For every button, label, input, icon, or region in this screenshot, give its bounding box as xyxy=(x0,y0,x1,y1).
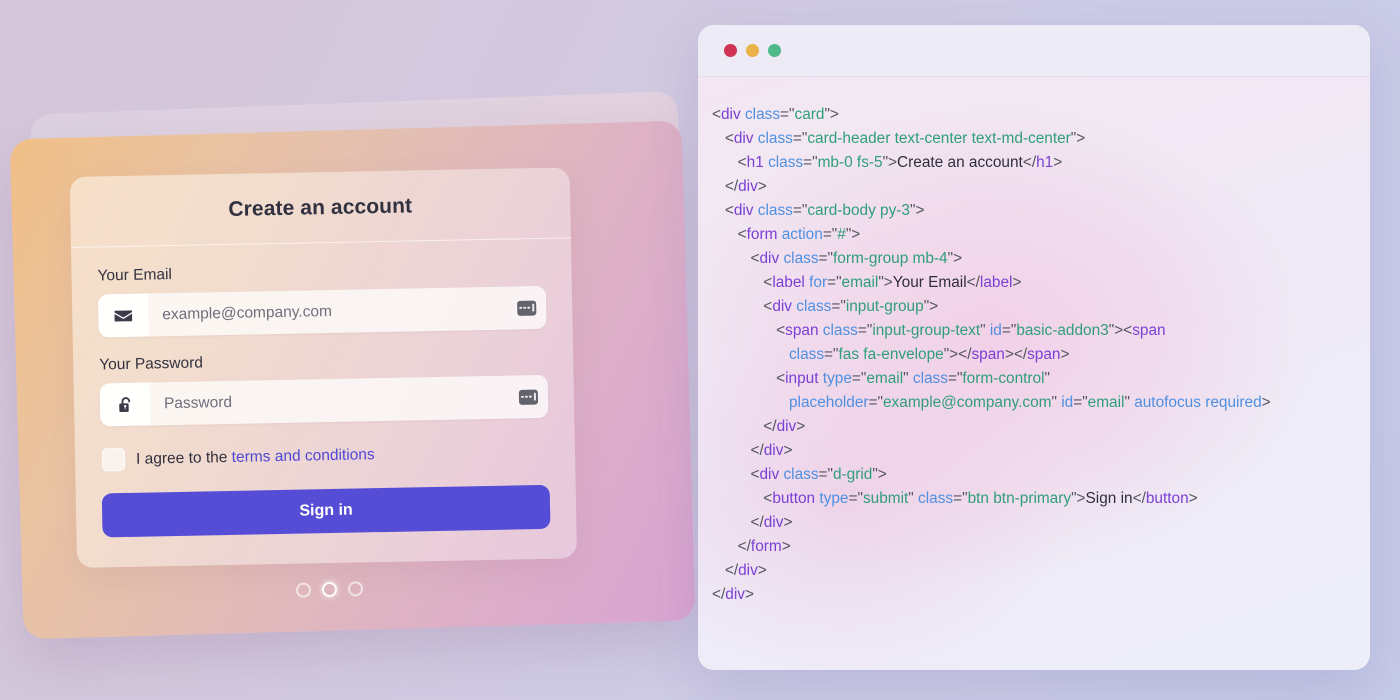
auth-card: Create an account Your Email example@com… xyxy=(69,167,578,568)
carousel-dot-2[interactable] xyxy=(321,581,338,598)
email-field[interactable] xyxy=(147,285,547,337)
card-body: Your Email Yo xyxy=(71,238,577,568)
autofill-icon[interactable] xyxy=(517,300,537,316)
autofill-icon[interactable] xyxy=(518,389,539,405)
sign-in-button[interactable]: Sign in xyxy=(101,484,551,538)
window-title-bar xyxy=(698,25,1370,77)
password-label: Your Password xyxy=(99,354,204,374)
password-input-group xyxy=(99,374,549,427)
terms-agreement-label: I agree to the terms and conditions xyxy=(136,446,375,469)
close-window-button[interactable] xyxy=(724,44,737,57)
terms-agreement-row: I agree to the terms and conditions xyxy=(101,440,549,472)
terms-agreement-text: I agree to the xyxy=(135,448,232,468)
auth-mockup-stage: Create an account Your Email example@com… xyxy=(0,0,720,700)
terms-checkbox[interactable] xyxy=(101,447,126,472)
code-window: <div class="card"> <div class="card-head… xyxy=(698,25,1370,670)
page-title: Create an account xyxy=(228,194,413,221)
email-form-group: Your Email xyxy=(97,259,547,338)
unlock-icon xyxy=(99,382,151,427)
password-field[interactable] xyxy=(149,374,549,426)
minimize-window-button[interactable] xyxy=(746,44,759,57)
envelope-icon xyxy=(97,293,149,338)
terms-and-conditions-link[interactable]: terms and conditions xyxy=(232,446,375,466)
maximize-window-button[interactable] xyxy=(768,44,781,57)
card-header: Create an account xyxy=(69,167,571,248)
email-label: Your Email xyxy=(97,266,173,285)
email-input-group xyxy=(97,285,547,338)
email-input-wrap xyxy=(147,285,547,337)
html-source-code[interactable]: <div class="card"> <div class="card-head… xyxy=(698,77,1370,607)
code-editor-area: <div class="card"> <div class="card-head… xyxy=(698,77,1370,670)
password-input-wrap xyxy=(149,374,549,426)
carousel-dot-3[interactable] xyxy=(347,581,364,597)
carousel-dot-1[interactable] xyxy=(295,582,312,598)
carousel-dots xyxy=(295,581,364,598)
password-form-group: Your Password xyxy=(99,348,549,427)
